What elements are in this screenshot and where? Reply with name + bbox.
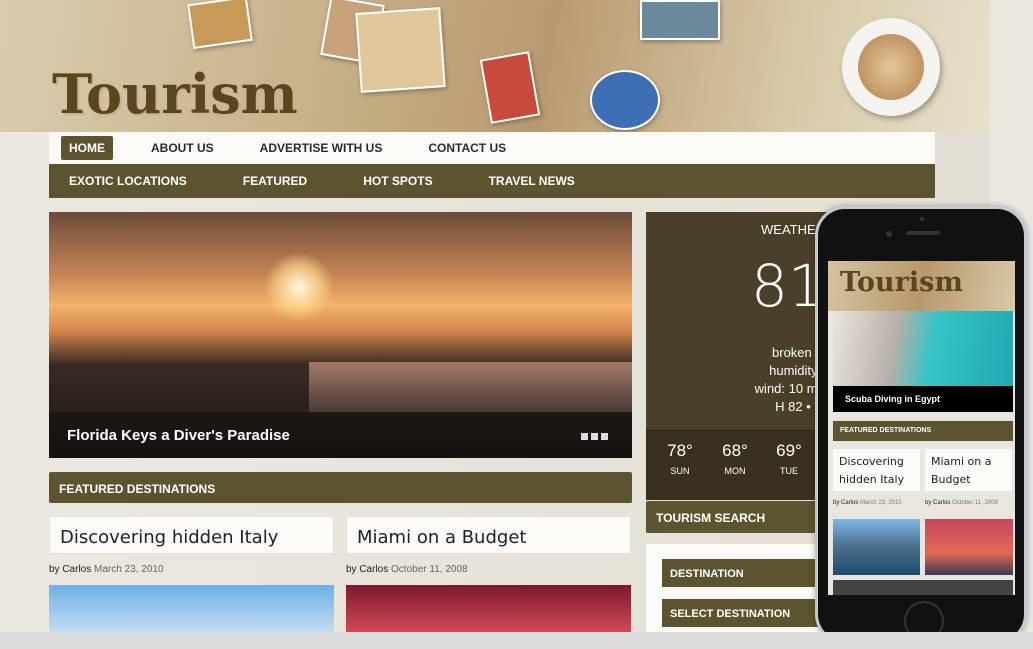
- forecast-temp: 68°: [722, 441, 748, 460]
- hero-slider[interactable]: Florida Keys a Diver's Paradise: [49, 212, 632, 458]
- destination-label: DESTINATION: [662, 559, 822, 587]
- select-destination-dropdown[interactable]: SELECT DESTINATION: [662, 599, 822, 627]
- secondary-nav: EXOTIC LOCATIONS FEATURED HOT SPOTS TRAV…: [49, 164, 935, 198]
- phone-sensor: [920, 217, 924, 221]
- mobile-hero-image[interactable]: [833, 311, 1013, 386]
- bottom-bar: [0, 632, 1033, 649]
- stamp-decoration: [479, 51, 541, 124]
- slider-dots: [581, 433, 608, 440]
- slide-dot[interactable]: [581, 433, 588, 440]
- phone-camera: [886, 231, 892, 237]
- mobile-post-card[interactable]: Miami on a Budget: [925, 449, 1012, 491]
- post-author: by Carlos: [925, 500, 951, 506]
- mobile-post-image[interactable]: [925, 519, 1013, 575]
- post-date: October 11, 2008: [391, 564, 468, 575]
- forecast-day-label: SUN: [670, 466, 690, 476]
- post-author[interactable]: by Carlos: [346, 564, 388, 575]
- post-title-card[interactable]: Miami on a Budget: [346, 516, 631, 554]
- hero-caption: Florida Keys a Diver's Paradise: [49, 412, 632, 458]
- phone-mockup: Tourism Scuba Diving in Egypt FEATURED D…: [815, 206, 1027, 644]
- nav-travel-news[interactable]: TRAVEL NEWS: [489, 174, 575, 188]
- header-banner: Tourism: [0, 0, 990, 132]
- mobile-post-meta: by Carlos March 23, 2010: [833, 500, 902, 506]
- mobile-hero-caption[interactable]: Scuba Diving in Egypt: [833, 386, 1013, 412]
- post-image-italy[interactable]: [49, 585, 334, 632]
- post-date: March 23, 2010: [860, 500, 902, 506]
- post-date: October 11, 2008: [952, 500, 998, 506]
- forecast-temp: 69°: [776, 441, 802, 460]
- phone-speaker: [906, 231, 940, 235]
- slide-dot[interactable]: [591, 433, 598, 440]
- mobile-featured-heading: FEATURED DESTINATIONS: [833, 421, 1013, 441]
- mobile-post-image[interactable]: [833, 519, 920, 575]
- stamp-decoration: [590, 70, 660, 130]
- mobile-logo[interactable]: Tourism: [840, 267, 963, 298]
- nav-exotic-locations[interactable]: EXOTIC LOCATIONS: [69, 174, 187, 188]
- forecast-day: 78° SUN: [660, 441, 700, 479]
- stamp-decoration: [640, 0, 720, 40]
- mobile-post-card[interactable]: Discovering hidden Italy: [833, 449, 920, 491]
- postcard-decoration: [187, 0, 253, 49]
- forecast-day: 68° MON: [715, 441, 755, 479]
- nav-hot-spots[interactable]: HOT SPOTS: [363, 174, 432, 188]
- postcard-decoration: [355, 7, 446, 93]
- post-image-miami[interactable]: [346, 585, 631, 632]
- slide-dot[interactable]: [601, 433, 608, 440]
- forecast-day: 69° TUE: [769, 441, 809, 479]
- mobile-footer-bar: [833, 580, 1013, 595]
- post-meta: by Carlos October 11, 2008: [346, 564, 468, 575]
- nav-home[interactable]: HOME: [61, 136, 113, 160]
- mobile-post-meta: by Carlos October 11, 2008: [925, 500, 998, 506]
- forecast-day-label: TUE: [780, 466, 798, 476]
- primary-nav: HOME ABOUT US ADVERTISE WITH US CONTACT …: [49, 132, 935, 164]
- site-logo[interactable]: Tourism: [52, 62, 298, 126]
- post-author: by Carlos: [833, 500, 859, 506]
- weather-temp: 81: [751, 252, 825, 320]
- sea-image: [309, 362, 632, 412]
- nav-featured[interactable]: FEATURED: [243, 174, 307, 188]
- forecast-temp: 78°: [667, 441, 693, 460]
- phone-screen: Tourism Scuba Diving in Egypt FEATURED D…: [828, 261, 1015, 595]
- nav-advertise[interactable]: ADVERTISE WITH US: [252, 136, 391, 160]
- post-title-card[interactable]: Discovering hidden Italy: [49, 516, 334, 554]
- forecast-day-label: MON: [724, 466, 746, 476]
- post-author[interactable]: by Carlos: [49, 564, 91, 575]
- mobile-header: Tourism: [828, 261, 1015, 311]
- tourism-search-heading: TOURISM SEARCH: [646, 501, 826, 533]
- post-date: March 23, 2010: [94, 564, 164, 575]
- featured-destinations-heading: FEATURED DESTINATIONS: [49, 472, 632, 503]
- sun-image: [264, 252, 334, 322]
- nav-about-us[interactable]: ABOUT US: [143, 136, 222, 160]
- coffee-cup-decoration: [842, 18, 940, 116]
- post-meta: by Carlos March 23, 2010: [49, 564, 164, 575]
- nav-contact-us[interactable]: CONTACT US: [420, 136, 514, 160]
- hero-caption-text[interactable]: Florida Keys a Diver's Paradise: [67, 427, 290, 444]
